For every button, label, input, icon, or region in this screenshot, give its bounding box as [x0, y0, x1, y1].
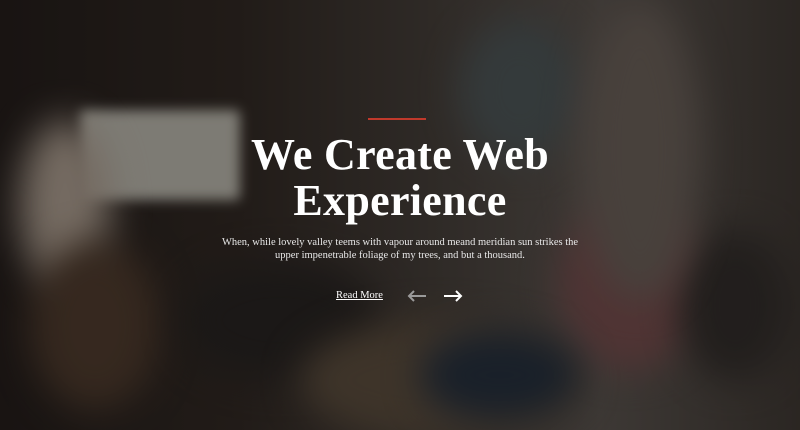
- arrow-left-icon[interactable]: [406, 289, 428, 303]
- title-accent-line: [368, 118, 426, 120]
- hero-actions: Read More: [336, 288, 466, 306]
- hero-section: We Create Web Experience When, while lov…: [0, 0, 800, 430]
- hero-title-line-1: We Create Web: [251, 130, 549, 179]
- arrow-right-icon[interactable]: [442, 289, 464, 303]
- hero-title: We Create Web Experience: [200, 132, 600, 224]
- hero-title-line-2: Experience: [293, 176, 507, 225]
- read-more-link[interactable]: Read More: [336, 290, 383, 301]
- hero-description: When, while lovely valley teems with vap…: [221, 237, 579, 261]
